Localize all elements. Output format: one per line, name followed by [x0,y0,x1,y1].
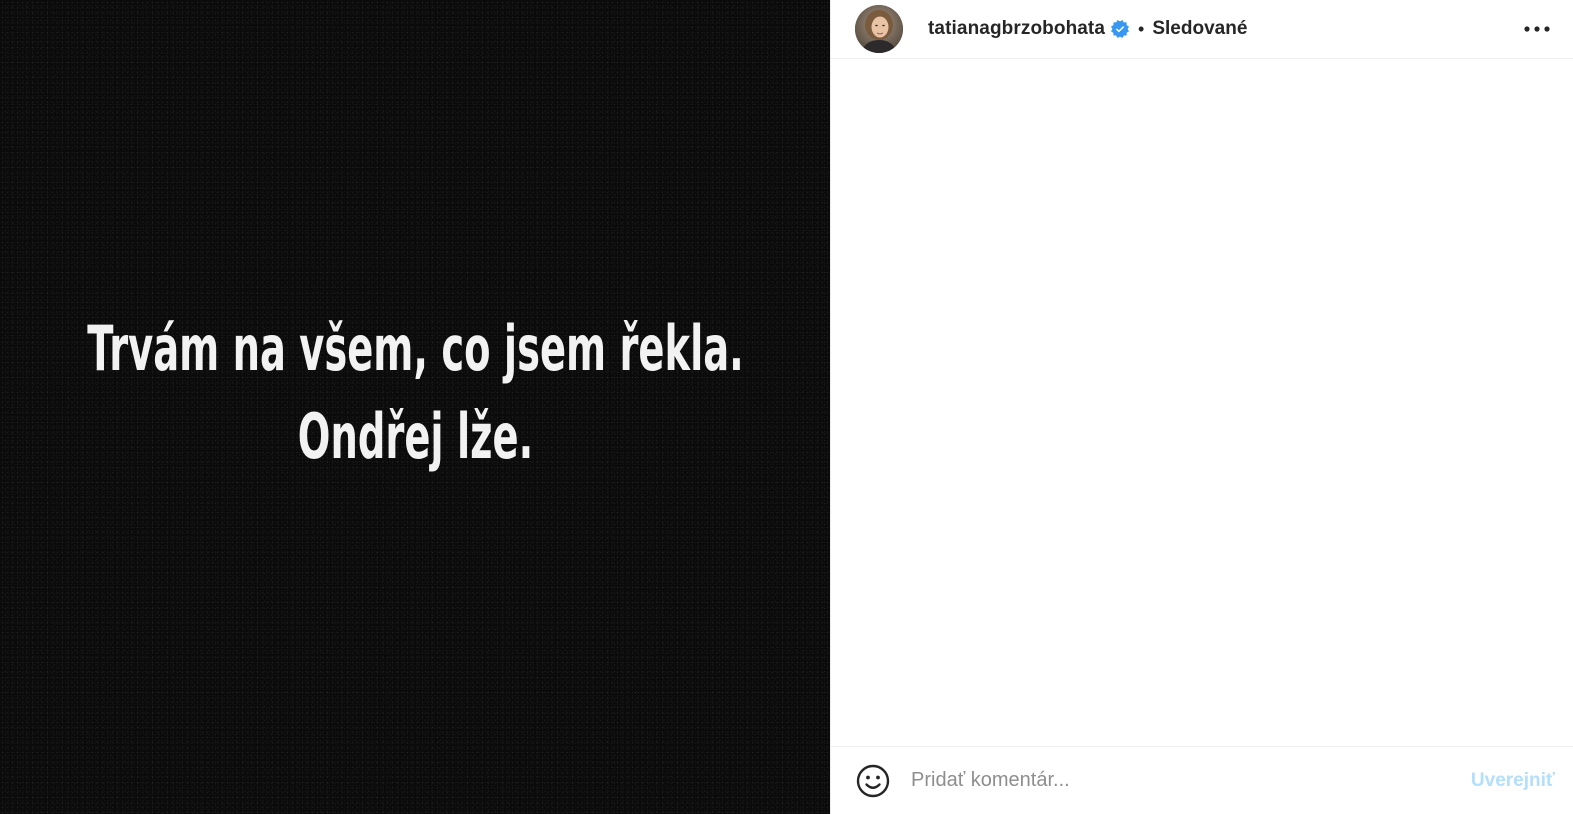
comments-area [831,59,1573,746]
post-image-text: Trvám na všem, co jsem řekla. Ondřej lže… [87,305,744,481]
separator-dot: • [1138,18,1145,39]
smiley-face-icon [856,764,890,797]
avatar-photo-icon [855,5,903,53]
post-image-text-line-1: Trvám na všem, co jsem řekla. [86,312,744,385]
post-header: tatianagbrzobohata • Sledované [831,0,1573,59]
comment-input[interactable] [911,760,1471,801]
post-modal: Trvám na všem, co jsem řekla. Ondřej lže… [0,0,1573,814]
comment-bar: Uverejniť [831,746,1573,814]
emoji-button[interactable] [855,763,891,799]
avatar[interactable] [855,5,903,53]
post-image-text-line-2: Ondřej lže. [297,400,533,473]
more-horizontal-icon [1524,26,1550,32]
post-image[interactable]: Trvám na všem, co jsem řekla. Ondřej lže… [0,0,830,814]
post-side-panel: tatianagbrzobohata • Sledované Pridať ko… [830,0,1573,814]
verified-badge-icon [1111,20,1130,38]
following-button[interactable]: Sledované [1152,18,1247,40]
more-options-button[interactable] [1521,13,1553,45]
username[interactable]: tatianagbrzobohata [928,18,1105,40]
post-comment-button[interactable]: Uverejniť [1471,770,1555,792]
